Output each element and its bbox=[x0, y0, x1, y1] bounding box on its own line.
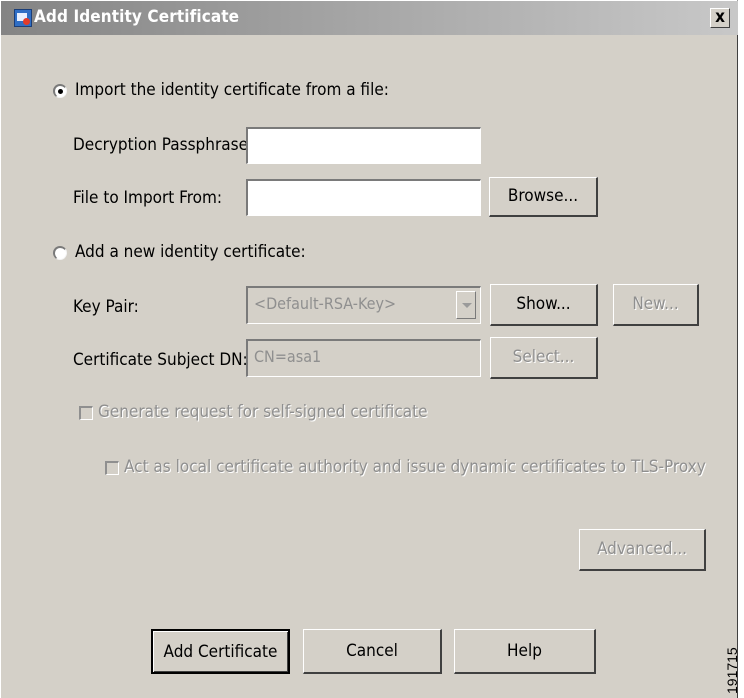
self-signed-checkbox[interactable] bbox=[79, 406, 93, 420]
certificate-subject-dn-input[interactable]: CN=asa1 bbox=[246, 339, 481, 377]
certificate-subject-dn-label: Certificate Subject DN: bbox=[73, 350, 248, 370]
add-new-certificate-label: Add a new identity certificate: bbox=[75, 242, 306, 262]
advanced-button[interactable]: Advanced... bbox=[579, 529, 706, 571]
add-identity-certificate-dialog: Add Identity Certificate x Import the id… bbox=[0, 0, 738, 698]
show-button[interactable]: Show... bbox=[490, 284, 598, 326]
decryption-passphrase-label: Decryption Passphrase: bbox=[73, 135, 254, 155]
decryption-passphrase-input[interactable] bbox=[246, 127, 481, 164]
add-certificate-button[interactable]: Add Certificate bbox=[151, 629, 290, 674]
figure-id: 191715 bbox=[724, 647, 740, 694]
chevron-down-icon[interactable] bbox=[456, 291, 476, 319]
help-button[interactable]: Help bbox=[454, 629, 596, 674]
new-button[interactable]: New... bbox=[613, 284, 699, 326]
key-pair-label: Key Pair: bbox=[73, 297, 139, 317]
self-signed-label: Generate request for self-signed certifi… bbox=[98, 402, 428, 422]
title-bar[interactable]: Add Identity Certificate x bbox=[1, 1, 738, 35]
local-ca-label: Act as local certificate authority and i… bbox=[124, 457, 706, 477]
file-to-import-input[interactable] bbox=[246, 179, 481, 216]
dialog-title: Add Identity Certificate bbox=[34, 7, 240, 27]
certificate-icon bbox=[14, 9, 32, 27]
import-from-file-radio[interactable] bbox=[53, 84, 67, 98]
browse-button[interactable]: Browse... bbox=[489, 177, 598, 217]
select-button[interactable]: Select... bbox=[490, 337, 598, 379]
close-button[interactable]: x bbox=[710, 8, 730, 28]
local-ca-checkbox[interactable] bbox=[105, 461, 119, 475]
add-new-certificate-radio[interactable] bbox=[53, 246, 67, 260]
key-pair-select[interactable]: <Default-RSA-Key> bbox=[246, 286, 481, 324]
cancel-button[interactable]: Cancel bbox=[303, 629, 442, 674]
key-pair-value: <Default-RSA-Key> bbox=[254, 294, 397, 313]
file-to-import-label: File to Import From: bbox=[73, 188, 223, 208]
import-from-file-label: Import the identity certificate from a f… bbox=[75, 80, 389, 100]
